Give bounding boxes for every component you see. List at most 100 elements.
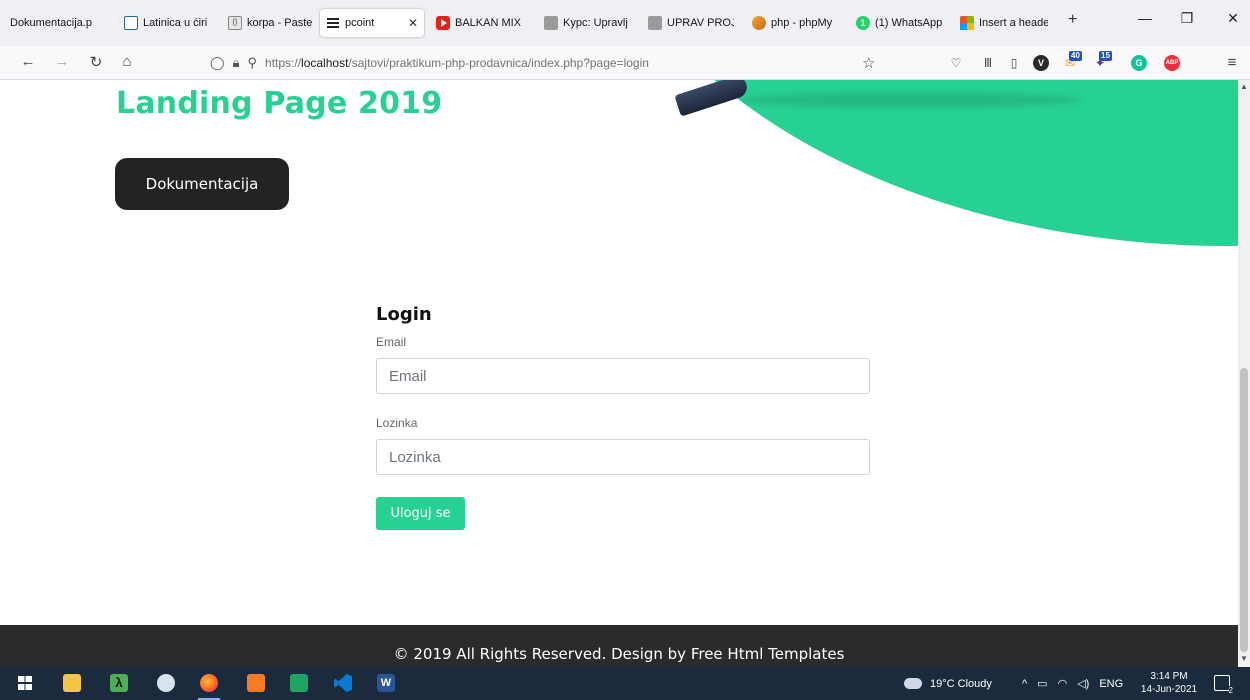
pocket-icon[interactable]: ♡: [948, 55, 964, 71]
tab-pcoint-active[interactable]: pcoint ✕: [320, 9, 424, 37]
language-indicator[interactable]: ENG: [1099, 678, 1123, 690]
dokumentacija-button[interactable]: Dokumentacija: [115, 158, 289, 210]
permissions-icon[interactable]: ⚲: [247, 55, 257, 71]
tab-label: UPRAV PROJ: [667, 17, 734, 29]
tab-label: (1) WhatsApp: [875, 17, 943, 29]
taskbar-clock[interactable]: 3:14 PM 14-Jun-2021: [1140, 670, 1198, 696]
close-tab-icon[interactable]: ✕: [400, 16, 418, 30]
vpn-icon[interactable]: V: [1033, 55, 1049, 71]
hero-pen-image: [674, 80, 754, 120]
bookmark-star-icon[interactable]: ☆: [862, 54, 875, 72]
tab-label: Insert a heade: [979, 17, 1048, 29]
cloud-icon: [904, 678, 922, 689]
tab-uprav-proj[interactable]: UPRAV PROJ: [642, 9, 740, 37]
course-icon: [544, 16, 558, 30]
extension-mail-icon[interactable]: ✉ 40: [1062, 51, 1082, 71]
email-label: Email: [376, 335, 407, 349]
phpmyadmin-icon: [752, 16, 766, 30]
library-icon[interactable]: Ⅲ: [980, 55, 996, 71]
battery-icon[interactable]: ▭: [1037, 677, 1047, 690]
scroll-thumb[interactable]: [1240, 368, 1248, 652]
tab-dokumentacija[interactable]: Dokumentacija.p: [4, 9, 116, 37]
wifi-icon[interactable]: ◠: [1058, 677, 1068, 690]
lock-icon[interactable]: 🔒︎: [233, 55, 240, 71]
windows-taskbar: λ W 19°C Cloudy ^ ▭ ◠ ◁) ENG 3:14 PM 14-…: [0, 667, 1250, 700]
tab-phpmyadmin[interactable]: php - phpMy: [746, 9, 846, 37]
page-scrollbar[interactable]: ▲ ▼: [1238, 80, 1250, 667]
tab-label: korpa - Paste: [247, 17, 312, 29]
firefox-icon[interactable]: [200, 674, 218, 692]
steam-icon[interactable]: [157, 674, 175, 692]
clock-time: 3:14 PM: [1150, 671, 1188, 682]
grammarly-icon[interactable]: G: [1131, 55, 1147, 71]
shield-icon[interactable]: ◯: [210, 55, 225, 71]
whatsapp-icon: 1: [856, 16, 870, 30]
reload-icon[interactable]: ↻: [86, 53, 106, 71]
weather-text: 19°C Cloudy: [930, 677, 992, 690]
tab-korpa-paste[interactable]: {} korpa - Paste: [222, 9, 318, 37]
tab-whatsapp[interactable]: 1 (1) WhatsApp: [850, 9, 952, 37]
vscode-icon[interactable]: [334, 674, 352, 692]
youtube-icon: [436, 16, 450, 30]
close-window-button[interactable]: ✕: [1221, 10, 1245, 27]
tab-balkan-mix[interactable]: BALKAN MIX: [430, 9, 532, 37]
page-viewport: Landing Page 2019 Dokumentacija Login Em…: [0, 80, 1238, 667]
home-icon[interactable]: ⌂: [117, 53, 137, 70]
tab-label: BALKAN MIX: [455, 17, 522, 29]
system-tray: ^ ▭ ◠ ◁) ENG: [1022, 667, 1123, 700]
scroll-down-icon[interactable]: ▼: [1238, 654, 1250, 663]
password-label: Lozinka: [376, 416, 418, 430]
notification-count: 2: [1228, 686, 1233, 695]
navigation-toolbar: ← → ↻ ⌂ ◯ 🔒︎ ⚲ https://localhost/sajtovi…: [0, 46, 1250, 80]
course-icon: [648, 16, 662, 30]
sidebar-icon[interactable]: ▯: [1006, 55, 1022, 71]
notification-center-icon[interactable]: 2: [1214, 675, 1233, 695]
microsoft-icon: [960, 16, 974, 30]
tab-latinica[interactable]: Latinica u ćiri: [118, 9, 216, 37]
restore-button[interactable]: ❐: [1175, 10, 1199, 27]
minimize-button[interactable]: —: [1133, 10, 1157, 26]
login-form: Login Email Lozinka Uloguj se: [376, 304, 872, 530]
url-path: /sajtovi/praktikum-php-prodavnica/index.…: [348, 56, 649, 70]
spreadsheet-icon[interactable]: [290, 674, 308, 692]
menu-icon[interactable]: ≡: [1224, 55, 1240, 71]
volume-icon[interactable]: ◁): [1077, 677, 1089, 690]
menu-lines-icon: [326, 16, 340, 30]
tab-kypc[interactable]: Kypc: Upravlj: [538, 9, 636, 37]
hero-image-shadow: [740, 92, 1080, 108]
tab-label: Kypc: Upravlj: [563, 17, 628, 29]
tab-insert-header[interactable]: Insert a heade: [954, 9, 1054, 37]
tray-chevron-icon[interactable]: ^: [1022, 678, 1027, 690]
footer-text: © 2019 All Rights Reserved. Design by Fr…: [393, 645, 845, 663]
weather-widget[interactable]: 19°C Cloudy: [904, 667, 992, 700]
login-submit-button[interactable]: Uloguj se: [376, 497, 465, 530]
url-scheme: https://: [265, 56, 302, 70]
adblock-icon[interactable]: ABP: [1164, 55, 1180, 71]
tab-label: php - phpMy: [771, 17, 833, 29]
login-heading: Login: [376, 304, 432, 325]
hero-title: Landing Page 2019: [116, 86, 443, 121]
scroll-up-icon[interactable]: ▲: [1238, 82, 1250, 91]
pastebin-icon: {}: [228, 16, 242, 30]
tab-label: Latinica u ćiri: [143, 17, 208, 29]
new-tab-button[interactable]: +: [1068, 11, 1077, 29]
email-field[interactable]: [376, 358, 870, 394]
password-field[interactable]: [376, 439, 870, 475]
tab-label: pcoint: [345, 17, 375, 29]
back-arrow-icon[interactable]: ←: [18, 53, 38, 70]
lambda-app-icon[interactable]: λ: [110, 674, 128, 692]
extension-badge: 15: [1099, 51, 1112, 61]
browser-tab-strip: Dokumentacija.p Latinica u ćiri {} korpa…: [0, 0, 1250, 46]
address-bar[interactable]: ◯ 🔒︎ ⚲ https://localhost/sajtovi/praktik…: [210, 50, 890, 76]
clock-date: 14-Jun-2021: [1140, 684, 1198, 695]
xampp-icon[interactable]: [247, 674, 265, 692]
url-host: localhost: [301, 56, 349, 70]
forward-arrow-icon[interactable]: →: [52, 53, 72, 70]
extension-puzzle-icon[interactable]: ✦ 15: [1092, 51, 1112, 71]
extension-badge: 40: [1069, 51, 1082, 61]
windows-start-icon[interactable]: [16, 674, 34, 692]
word-icon[interactable]: W: [377, 674, 395, 692]
tab-label: Dokumentacija.p: [10, 17, 92, 29]
file-explorer-icon[interactable]: [63, 674, 81, 692]
book-icon: [124, 16, 138, 30]
